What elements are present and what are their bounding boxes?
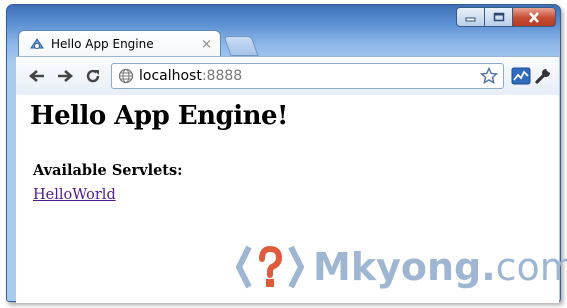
- back-button[interactable]: [26, 65, 48, 87]
- site-watermark: Mkyong.com: [235, 239, 567, 295]
- reload-icon: [86, 69, 100, 83]
- window-controls: [456, 7, 556, 27]
- address-port: :8888: [201, 68, 243, 84]
- minimize-icon: [465, 17, 475, 22]
- close-icon: [529, 11, 539, 23]
- tab-title: Hello App Engine: [51, 37, 154, 51]
- watermark-tld: com: [495, 245, 567, 289]
- address-text: localhost:8888: [139, 68, 242, 84]
- extension-button[interactable]: [510, 65, 532, 87]
- browser-toolbar: localhost:8888: [16, 56, 559, 96]
- forward-button[interactable]: [54, 65, 76, 87]
- servlets-label: Available Servlets:: [33, 162, 183, 179]
- watermark-name: Mkyong: [313, 245, 482, 289]
- reload-button[interactable]: [82, 65, 104, 87]
- new-tab-button[interactable]: [223, 36, 259, 56]
- star-icon[interactable]: [480, 67, 498, 85]
- mkyong-logo-icon: [236, 245, 304, 289]
- maximize-icon: [493, 12, 504, 22]
- wrench-icon: [535, 68, 551, 84]
- app-engine-icon: [30, 38, 44, 49]
- address-bar[interactable]: localhost:8888: [111, 63, 504, 89]
- maximize-button[interactable]: [485, 7, 513, 27]
- watermark-text: Mkyong.com: [313, 245, 567, 289]
- tab-close-icon[interactable]: ×: [201, 37, 212, 52]
- servlet-link-helloworld[interactable]: HelloWorld: [33, 187, 116, 203]
- watermark-dot: .: [481, 245, 496, 289]
- address-host: localhost: [139, 68, 202, 84]
- close-window-button[interactable]: [513, 7, 556, 27]
- minimize-button[interactable]: [456, 7, 485, 27]
- page-heading: Hello App Engine!: [30, 101, 288, 131]
- chart-extension-icon: [511, 67, 531, 85]
- forward-arrow-icon: [58, 70, 73, 82]
- globe-icon: [118, 68, 134, 84]
- tab-hello-app-engine[interactable]: Hello App Engine ×: [18, 30, 221, 57]
- wrench-menu-button[interactable]: [532, 65, 554, 87]
- back-arrow-icon: [29, 70, 44, 82]
